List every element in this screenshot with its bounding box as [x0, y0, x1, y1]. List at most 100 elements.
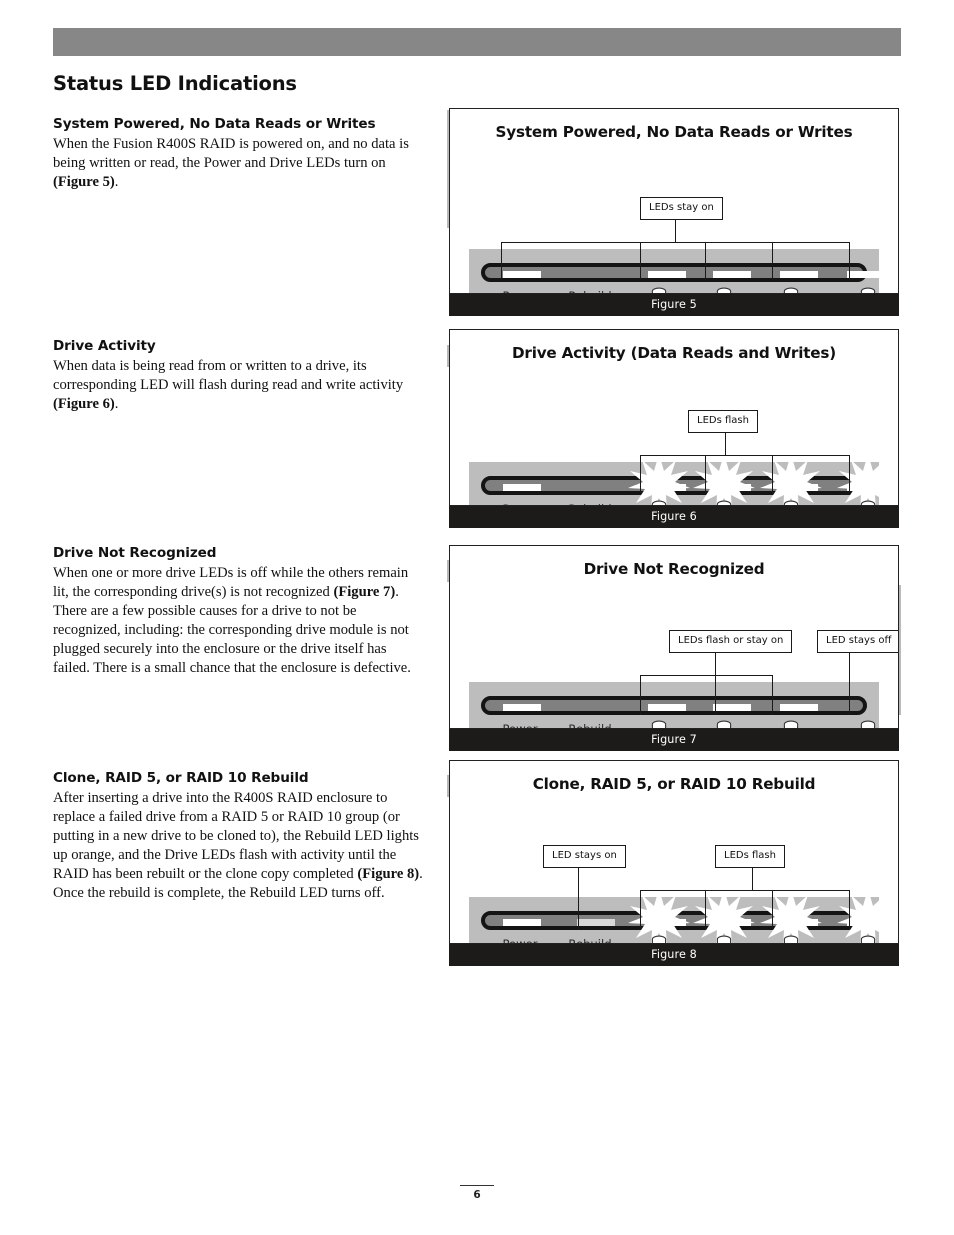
figure-8-caption: Figure 8 — [449, 944, 899, 966]
enclosure-body: Power Rebuild 1 2 3 4 — [469, 249, 885, 293]
led-drive-3 — [780, 919, 818, 926]
label-power: Power — [502, 722, 538, 729]
section-heading: Drive Activity — [53, 338, 156, 354]
page-number: 6 — [473, 1189, 481, 1202]
drive-2-icon: 2 — [716, 720, 733, 728]
led-drive-4 — [847, 271, 885, 278]
label-rebuild: Rebuild — [568, 722, 612, 729]
led-drive-1 — [648, 271, 686, 278]
figure-7: Drive Not Recognized LEDs flash or stay … — [449, 545, 899, 751]
footer-divider — [460, 1185, 494, 1187]
led-status-bar — [481, 476, 885, 495]
figure-title: System Powered, No Data Reads or Writes — [495, 123, 853, 141]
led-power — [503, 271, 541, 278]
drive-3-icon: 3 — [783, 500, 800, 505]
figure-8-box: Clone, RAID 5, or RAID 10 Rebuild LED st… — [449, 760, 899, 944]
drive-4-icon: 4 — [860, 720, 877, 728]
enclosure-body: Power Rebuild 1 2 3 4 — [469, 682, 879, 729]
led-drive-3 — [780, 704, 818, 711]
drive-4-icon: 4 — [860, 500, 877, 505]
label-power: Power — [502, 937, 538, 944]
label-power: Power — [502, 289, 537, 293]
figure-8: Clone, RAID 5, or RAID 10 Rebuild LED st… — [449, 760, 899, 966]
body-text-post: . — [114, 395, 119, 412]
led-status-bar — [481, 911, 885, 930]
figure-reference: (Figure 7) — [333, 583, 396, 600]
callout-led-stays-on: LED stays on — [543, 845, 626, 868]
figure-reference: (Figure 8) — [357, 865, 420, 882]
figure-6-diagram: LEDs flash — [450, 362, 898, 505]
section-heading: Drive Not Recognized — [53, 545, 217, 561]
label-rebuild: Rebuild — [568, 937, 612, 944]
page-footer: 6 — [0, 1185, 954, 1201]
connector-drop-drive-2 — [705, 455, 707, 493]
connector-drop-drive-1 — [640, 455, 642, 493]
led-power — [503, 919, 541, 926]
led-drive-2 — [713, 704, 751, 711]
connector-drop-drive-1 — [640, 675, 642, 715]
label-rebuild: Rebuild — [568, 289, 611, 293]
article-text-column: Status LED Indications System Powered, N… — [53, 72, 425, 901]
section-body: When one or more drive LEDs is off while… — [53, 564, 425, 678]
figure-5: System Powered, No Data Reads or Writes … — [449, 108, 899, 316]
enclosure-body: Power Rebuild 1 2 3 4 — [469, 454, 898, 505]
callout-leds-flash: LEDs flash — [688, 410, 758, 433]
connector-drop-drive-4 — [849, 890, 851, 930]
figure-5-box: System Powered, No Data Reads or Writes … — [449, 108, 899, 294]
connector-drop-drive-3 — [772, 890, 774, 930]
drive-1-icon: 1 — [651, 720, 668, 728]
connector-drop-rebuild — [578, 866, 580, 930]
drive-1-icon: 1 — [651, 935, 668, 943]
connector-drop-drive-4 — [849, 242, 851, 280]
body-text-post: . — [114, 173, 119, 190]
connector-drop-drive-4 — [849, 455, 851, 493]
callout-led-stays-off: LED stays off — [817, 630, 898, 653]
figure-5-caption: Figure 5 — [449, 294, 899, 316]
led-drive-2 — [713, 919, 751, 926]
label-rebuild: Rebuild — [568, 502, 611, 505]
connector-drop-drive-2 — [705, 242, 707, 280]
led-drive-3 — [780, 271, 818, 278]
body-text-pre: When the Fusion R400S RAID is powered on… — [53, 136, 409, 171]
section-clone-raid-rebuild: Clone, RAID 5, or RAID 10 Rebuild After … — [53, 770, 425, 903]
figure-reference: (Figure 6) — [53, 395, 115, 412]
callout-stem-line — [725, 431, 727, 456]
led-drive-4 — [847, 484, 885, 491]
section-body: When the Fusion R400S RAID is powered on… — [53, 135, 425, 192]
connector-drop-drive-1 — [640, 890, 642, 930]
drive-3-icon: 3 — [783, 287, 800, 293]
enclosure-body: Power Rebuild 1 2 3 4 — [469, 889, 898, 944]
led-drive-4 — [847, 704, 885, 711]
label-power: Power — [502, 502, 537, 505]
figure-title: Clone, RAID 5, or RAID 10 Rebuild — [532, 775, 816, 793]
connector-drop-power — [501, 242, 503, 280]
connector-drop-drive-3 — [772, 242, 774, 280]
section-body: After inserting a drive into the R400S R… — [53, 789, 425, 903]
connector-drop-drive-1 — [640, 242, 642, 280]
section-heading: Clone, RAID 5, or RAID 10 Rebuild — [53, 770, 309, 786]
callout-leds-stay-on: LEDs stay on — [640, 197, 723, 220]
connector-bus-line — [640, 675, 772, 677]
figure-6-box: Drive Activity (Data Reads and Writes) L… — [449, 329, 899, 506]
drive-2-icon: 2 — [716, 500, 733, 505]
figure-title: Drive Activity (Data Reads and Writes) — [512, 344, 836, 362]
section-system-powered: System Powered, No Data Reads or Writes … — [53, 116, 425, 192]
drive-2-icon: 2 — [716, 287, 733, 293]
section-body: When data is being read from or written … — [53, 357, 425, 414]
section-drive-activity: Drive Activity When data is being read f… — [53, 338, 425, 414]
led-drive-1 — [648, 484, 686, 491]
led-drive-4 — [847, 919, 885, 926]
page-title: Status LED Indications — [53, 72, 297, 95]
column-gutter-rule — [899, 585, 901, 715]
callout-leds-flash-or-stay-on: LEDs flash or stay on — [669, 630, 793, 653]
figure-reference: (Figure 5) — [53, 173, 115, 190]
body-text-pre: When data is being read from or written … — [53, 358, 404, 393]
connector-bus-line — [640, 890, 849, 892]
callout-leds-flash: LEDs flash — [715, 845, 785, 868]
drive-3-icon: 3 — [783, 935, 800, 943]
led-power — [503, 704, 541, 711]
drive-4-icon: 4 — [860, 935, 877, 943]
figure-7-diagram: LEDs flash or stay on LED stays off Powe… — [450, 578, 898, 729]
callout-stem-line — [675, 218, 677, 243]
callout-stem-line — [715, 651, 717, 676]
